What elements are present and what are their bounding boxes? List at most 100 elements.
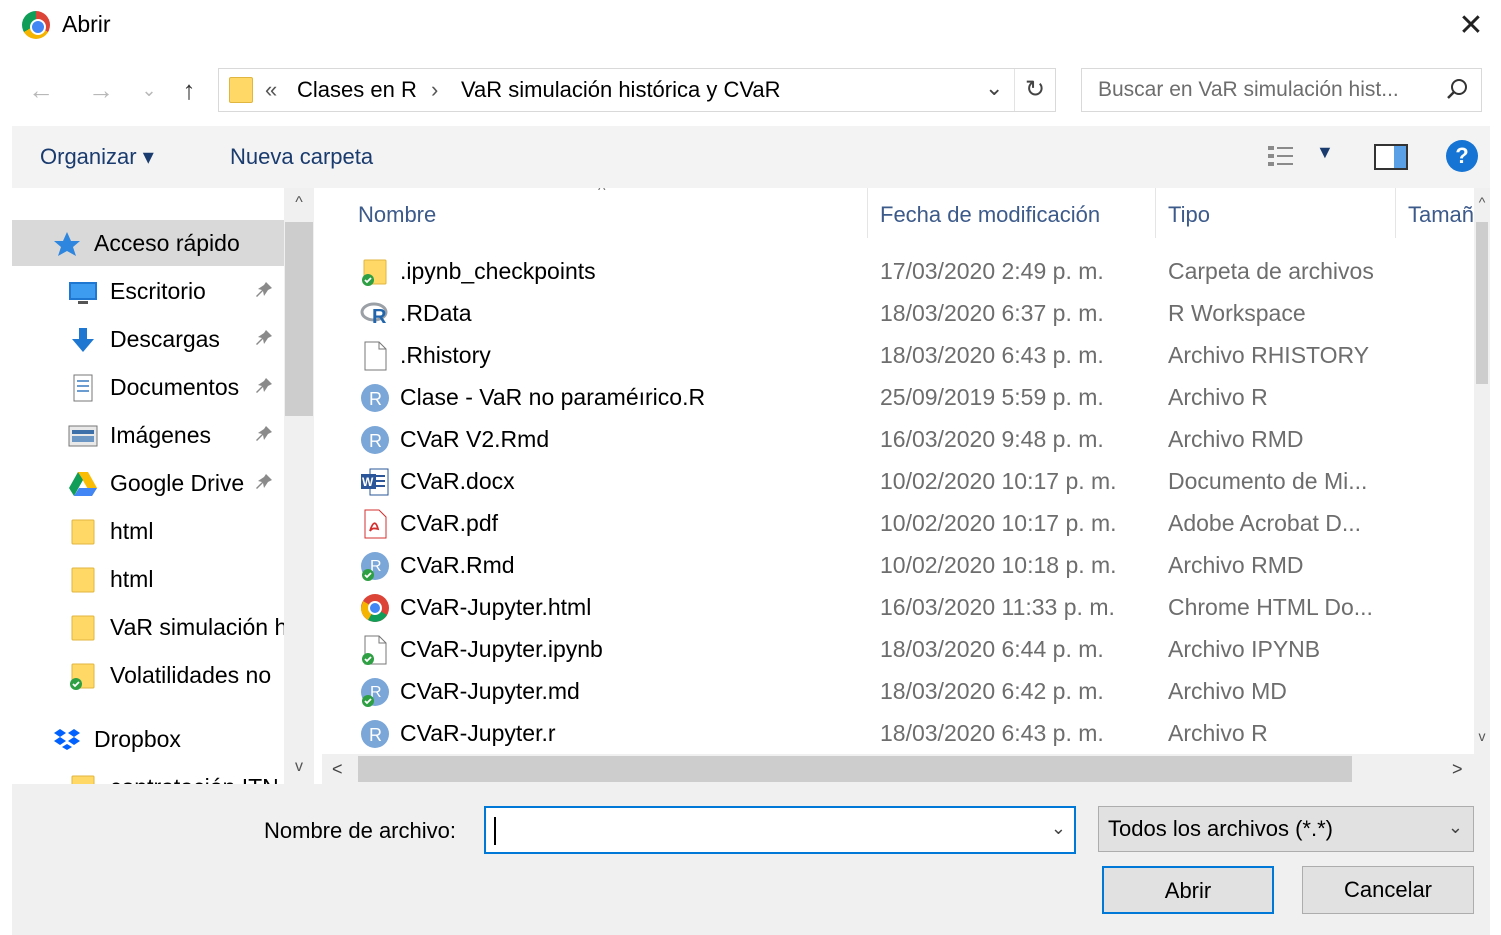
close-button[interactable]: ✕	[1449, 4, 1493, 48]
sidebar-item-label: html	[110, 566, 154, 592]
svg-text:W: W	[362, 475, 374, 489]
scroll-thumb[interactable]	[285, 222, 313, 416]
sidebar-item-label: Documentos	[110, 374, 240, 400]
sidebar-item[interactable]: Escritorio	[12, 268, 284, 314]
navigation-pane[interactable]: Acceso rápido Escritorio Descargas Document…	[12, 188, 314, 784]
pin-icon[interactable]	[254, 376, 274, 401]
file-list[interactable]: ^ Nombre Fecha de modificación Tipo Tama…	[322, 188, 1490, 784]
filename-combobox[interactable]: ⌄	[484, 806, 1076, 854]
file-row[interactable]: .Rhistory 18/03/2020 6:43 p. m. Archivo RH…	[352, 335, 1462, 377]
up-button[interactable]: ↑	[174, 72, 204, 108]
file-row[interactable]: R CVaR-Jupyter.md 18/03/2020 6:42 p. m. Arc…	[352, 671, 1462, 713]
command-toolbar: Organizar ▾ Nueva carpeta ▼ ?	[12, 126, 1490, 188]
scroll-down-arrow[interactable]: v	[1474, 728, 1490, 744]
pin-icon[interactable]	[254, 280, 274, 305]
sidebar-item[interactable]: Imágenes	[12, 412, 284, 458]
filename-input[interactable]	[490, 812, 1030, 848]
file-list-horizontal-scrollbar[interactable]: < >	[322, 754, 1490, 784]
search-icon[interactable]	[1445, 77, 1469, 101]
folder-icon	[68, 774, 98, 784]
sidebar-item[interactable]: html	[12, 508, 284, 554]
file-date: 16/03/2020 11:33 p. m.	[880, 594, 1115, 620]
column-divider[interactable]	[1395, 188, 1396, 238]
blank-file-icon	[360, 341, 390, 371]
scroll-down-arrow[interactable]: v	[284, 758, 314, 776]
file-row[interactable]: W CVaR.docx 10/02/2020 10:17 p. m. Document…	[352, 461, 1462, 503]
breadcrumb-overflow[interactable]: «	[265, 77, 277, 103]
file-type: Carpeta de archivos	[1168, 258, 1374, 284]
sort-indicator: ^	[598, 188, 606, 199]
sidebar-item[interactable]: Volatilidades no	[12, 652, 284, 698]
file-type: R Workspace	[1168, 300, 1306, 326]
sidebar-item-label: Dropbox	[94, 726, 181, 752]
pin-icon[interactable]	[254, 472, 274, 497]
file-row[interactable]: R CVaR V2.Rmd 16/03/2020 9:48 p. m. Archivo…	[352, 419, 1462, 461]
file-row[interactable]: R Clase - VaR no paraméırico.R 25/09/2019 …	[352, 377, 1462, 419]
search-box[interactable]: Buscar en VaR simulación hist...	[1081, 68, 1482, 112]
file-type-filter[interactable]: Todos los archivos (*.*) ⌄	[1098, 806, 1474, 852]
cancel-button[interactable]: Cancelar	[1302, 866, 1474, 914]
new-folder-button[interactable]: Nueva carpeta	[230, 144, 373, 170]
file-row[interactable]: R CVaR-Jupyter.r 18/03/2020 6:43 p. m. Arch…	[352, 713, 1462, 755]
file-date: 10/02/2020 10:18 p. m.	[880, 552, 1117, 578]
column-header-size[interactable]: Tamañ	[1408, 202, 1474, 228]
sidebar-item-label: Descargas	[110, 326, 220, 352]
view-options-icon[interactable]	[1266, 142, 1298, 172]
sidebar-item[interactable]: html	[12, 556, 284, 602]
file-row[interactable]: .ipynb_checkpoints 17/03/2020 2:49 p. m. C…	[352, 251, 1462, 293]
sidebar-item[interactable]: Descargas	[12, 316, 284, 362]
file-type-filter-value: Todos los archivos (*.*)	[1108, 816, 1333, 841]
sidebar-item[interactable]: Google Drive	[12, 460, 284, 506]
column-header-name[interactable]: Nombre	[358, 202, 436, 228]
file-row[interactable]: R CVaR.Rmd 10/02/2020 10:18 p. m. Archivo R…	[352, 545, 1462, 587]
file-row[interactable]: CVaR-Jupyter.ipynb 18/03/2020 6:44 p. m. A…	[352, 629, 1462, 671]
address-bar[interactable]: « Clases en R › VaR simulación histórica…	[218, 68, 1056, 112]
breadcrumb-item[interactable]: Clases en R	[297, 77, 417, 103]
file-name: CVaR-Jupyter.ipynb	[400, 636, 603, 662]
file-row[interactable]: R .RData 18/03/2020 6:37 p. m. R Workspace	[352, 293, 1462, 335]
scroll-left-arrow[interactable]: <	[332, 754, 343, 784]
breadcrumb-separator[interactable]: ›	[431, 77, 438, 103]
address-dropdown-button[interactable]: ⌄	[985, 75, 1003, 101]
view-dropdown-button[interactable]: ▼	[1316, 142, 1334, 163]
refresh-button[interactable]: ↻	[1025, 75, 1045, 104]
recent-locations-button[interactable]: ⌄	[138, 72, 160, 108]
dropbox-icon	[52, 726, 82, 754]
scroll-up-arrow[interactable]: ^	[1474, 194, 1490, 210]
file-row[interactable]: CVaR-Jupyter.html 16/03/2020 11:33 p. m. C…	[352, 587, 1462, 629]
file-date: 17/03/2020 2:49 p. m.	[880, 258, 1104, 284]
organize-menu[interactable]: Organizar ▾	[40, 144, 154, 170]
back-button[interactable]: ←	[26, 72, 56, 108]
folder-icon	[68, 614, 98, 642]
help-icon[interactable]: ?	[1446, 140, 1478, 172]
navigation-scrollbar[interactable]: ^ v	[284, 188, 314, 784]
filename-dropdown-button[interactable]: ⌄	[1051, 818, 1066, 839]
sidebar-item[interactable]: Documentos	[12, 364, 284, 410]
breadcrumb-item[interactable]: VaR simulación histórica y CVaR	[461, 77, 781, 103]
file-row[interactable]: CVaR.pdf 10/02/2020 10:17 p. m. Adobe Acro…	[352, 503, 1462, 545]
pin-icon[interactable]	[254, 328, 274, 353]
column-header-date[interactable]: Fecha de modificación	[880, 202, 1100, 228]
scroll-thumb[interactable]	[358, 756, 1352, 782]
file-list-vertical-scrollbar[interactable]: ^ v	[1474, 188, 1490, 754]
search-placeholder: Buscar en VaR simulación hist...	[1098, 78, 1399, 101]
column-header-type[interactable]: Tipo	[1168, 202, 1210, 228]
open-button[interactable]: Abrir	[1102, 866, 1274, 914]
preview-pane-icon[interactable]	[1374, 144, 1408, 170]
column-divider[interactable]	[1155, 188, 1156, 238]
scroll-up-arrow[interactable]: ^	[284, 194, 314, 212]
file-type-dropdown-button[interactable]: ⌄	[1448, 817, 1463, 838]
sidebar-item[interactable]: Dropbox	[12, 716, 284, 762]
scroll-right-arrow[interactable]: >	[1452, 754, 1463, 784]
file-name: CVaR V2.Rmd	[400, 426, 550, 452]
sidebar-item[interactable]: VaR simulación h	[12, 604, 287, 650]
sidebar-item[interactable]: contratación ITN	[12, 764, 284, 784]
scroll-thumb[interactable]	[1476, 222, 1488, 384]
file-name: Clase - VaR no paraméırico.R	[400, 384, 706, 410]
forward-button[interactable]: →	[86, 72, 116, 108]
file-type: Archivo RMD	[1168, 426, 1304, 452]
sidebar-item[interactable]: Acceso rápido	[12, 220, 284, 266]
file-name: CVaR-Jupyter.html	[400, 594, 592, 620]
column-divider[interactable]	[867, 188, 868, 238]
pin-icon[interactable]	[254, 424, 274, 449]
